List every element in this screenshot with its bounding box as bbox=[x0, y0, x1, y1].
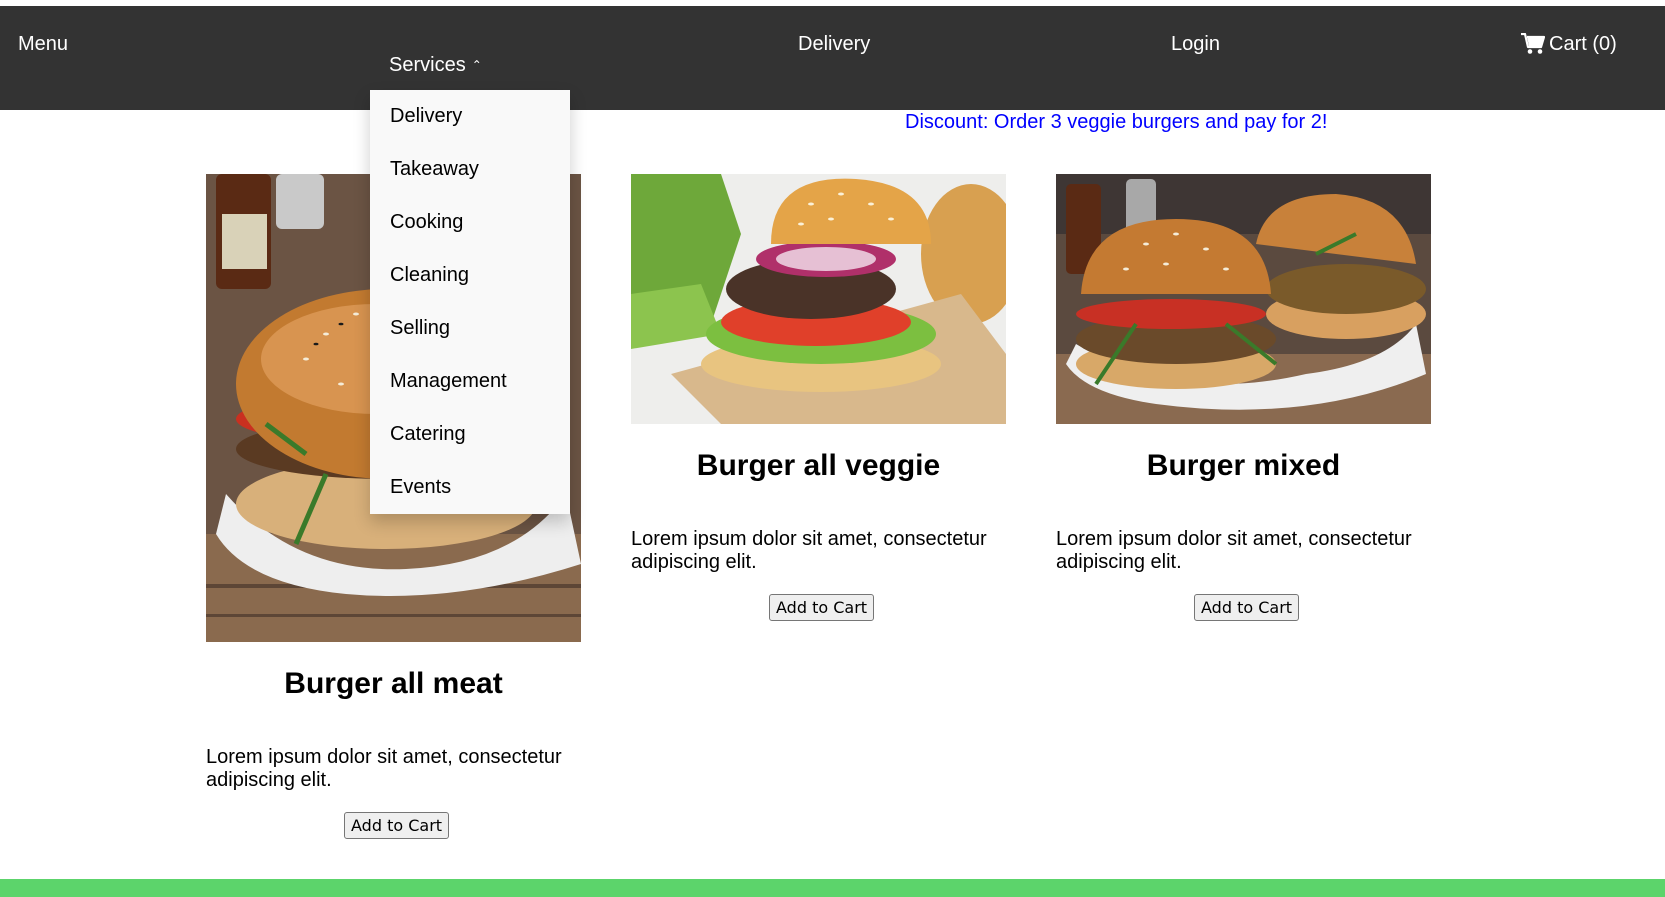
dropdown-item-cleaning[interactable]: Cleaning bbox=[370, 249, 570, 302]
product-title: Burger all veggie bbox=[696, 449, 941, 482]
product-description: Lorem ipsum dolor sit amet, consectetur … bbox=[1056, 528, 1412, 573]
product-title: Burger mixed bbox=[1146, 449, 1341, 482]
dropdown-item-delivery[interactable]: Delivery bbox=[370, 90, 570, 143]
page: Menu Services ⌃ Delivery Login Cart (0) D… bbox=[0, 0, 1665, 897]
dropdown-item-catering[interactable]: Catering bbox=[370, 408, 570, 461]
product-description: Lorem ipsum dolor sit amet, consectetur … bbox=[631, 528, 987, 573]
burger-all-veggie-image bbox=[631, 174, 1006, 424]
product-title: Burger all meat bbox=[284, 667, 503, 700]
dropdown-item-selling[interactable]: Selling bbox=[370, 302, 570, 355]
add-to-cart-button[interactable]: Add to Cart bbox=[344, 812, 450, 839]
nav-cart-link[interactable]: Cart (0) bbox=[1521, 32, 1617, 56]
product-description: Lorem ipsum dolor sit amet, consectetur … bbox=[206, 746, 562, 791]
cart-label: Cart (0) bbox=[1549, 33, 1617, 55]
services-dropdown: Delivery Takeaway Cooking Cleaning Selli… bbox=[370, 90, 570, 514]
caret-up-icon: ⌃ bbox=[471, 58, 482, 72]
dropdown-item-takeaway[interactable]: Takeaway bbox=[370, 143, 570, 196]
nav-services-link[interactable]: Services ⌃ bbox=[389, 53, 482, 79]
nav-login-link[interactable]: Login bbox=[1171, 32, 1220, 56]
dropdown-item-cooking[interactable]: Cooking bbox=[370, 196, 570, 249]
product-card: Burger all veggie Lorem ipsum dolor sit … bbox=[631, 174, 1006, 621]
product-card: Burger mixed Lorem ipsum dolor sit amet,… bbox=[1056, 174, 1431, 621]
nav-menu-link[interactable]: Menu bbox=[18, 32, 68, 56]
nav-delivery-link[interactable]: Delivery bbox=[798, 32, 870, 56]
add-to-cart-button[interactable]: Add to Cart bbox=[1194, 594, 1300, 621]
footer-bar bbox=[0, 879, 1665, 897]
top-navbar: Menu Services ⌃ Delivery Login Cart (0) bbox=[0, 6, 1665, 110]
burger-mixed-image bbox=[1056, 174, 1431, 424]
shopping-cart-icon bbox=[1521, 32, 1546, 55]
nav-services-label: Services bbox=[389, 54, 466, 76]
dropdown-item-management[interactable]: Management bbox=[370, 355, 570, 408]
add-to-cart-button[interactable]: Add to Cart bbox=[769, 594, 875, 621]
discount-banner: Discount: Order 3 veggie burgers and pay… bbox=[905, 111, 1328, 133]
dropdown-item-events[interactable]: Events bbox=[370, 461, 570, 514]
